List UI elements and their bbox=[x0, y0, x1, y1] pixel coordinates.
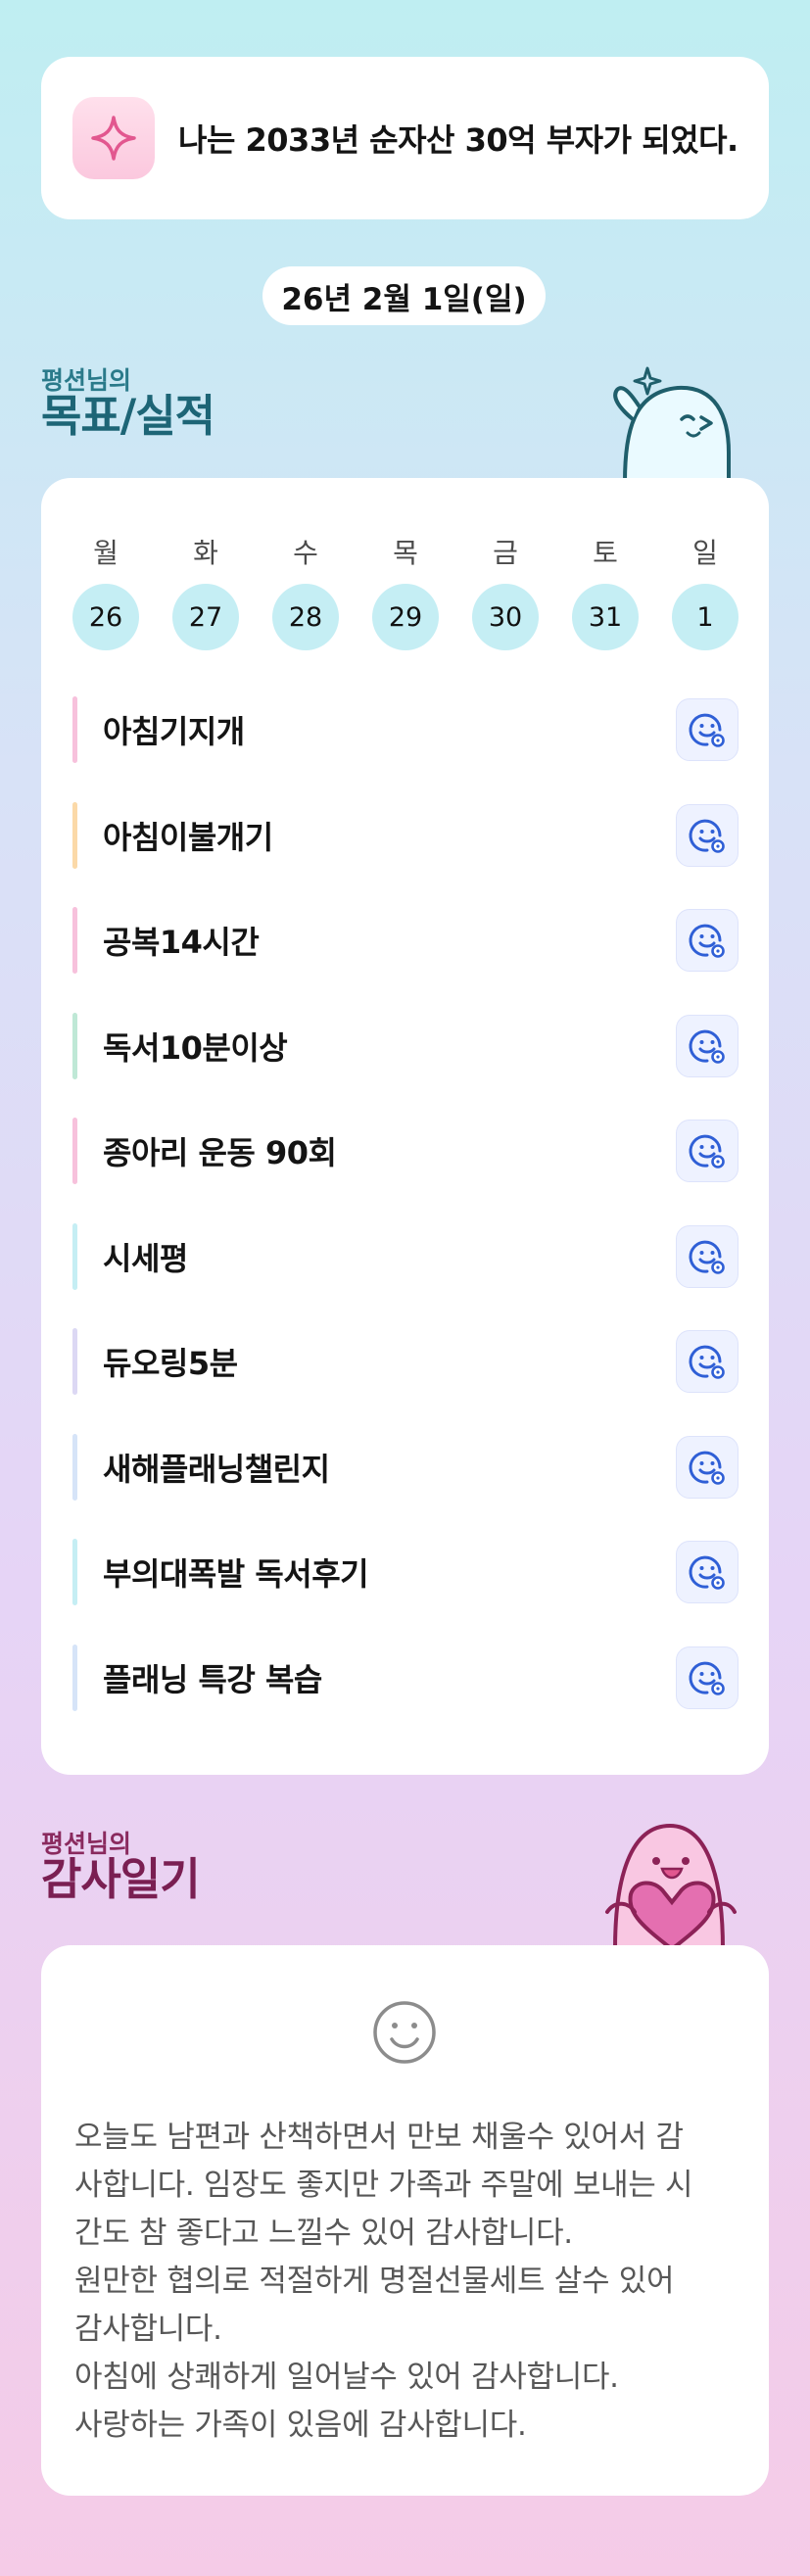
goal-row[interactable]: 플래닝 특강 복습 bbox=[72, 1644, 739, 1712]
goal-row[interactable]: 종아리 운동 90회 bbox=[72, 1117, 739, 1185]
date-cell[interactable]: 31 bbox=[572, 584, 639, 650]
goal-row[interactable]: 아침이불개기 bbox=[72, 801, 739, 870]
smiley-add-icon[interactable] bbox=[676, 909, 739, 972]
goal-color-bar bbox=[72, 1222, 77, 1290]
gratitude-line: 간도 참 좋다고 느낄수 있어 감사합니다. bbox=[74, 2216, 573, 2251]
gratitude-line: 사랑하는 가족이 있음에 감사합니다. bbox=[74, 2408, 527, 2443]
goal-color-bar bbox=[72, 1433, 77, 1501]
gratitude-line: 원만한 협의로 적절하게 명절선물세트 살수 있어 bbox=[74, 2264, 675, 2299]
goal-color-bar bbox=[72, 1012, 77, 1079]
smiley-add-icon[interactable] bbox=[676, 803, 739, 867]
heart-mascot-icon bbox=[605, 1823, 737, 1949]
date-cell[interactable]: 28 bbox=[272, 584, 339, 650]
date-label[interactable]: 26년 2월 1일(일) bbox=[262, 266, 546, 325]
gratitude-line: 감사합니다. bbox=[74, 2312, 222, 2347]
goal-label: 독서10분이상 bbox=[103, 1028, 288, 1067]
smiley-add-icon[interactable] bbox=[676, 1330, 739, 1393]
date-cell[interactable]: 30 bbox=[472, 584, 539, 650]
gratitude-title-big: 감사일기 bbox=[41, 1853, 201, 1905]
goal-color-bar bbox=[72, 696, 77, 763]
goal-row[interactable]: 아침기지개 bbox=[72, 695, 739, 764]
record-card: 월 화 수 목 금 토 일 26 27 28 29 30 31 1 아침기지개아… bbox=[41, 478, 769, 1775]
goal-row[interactable]: 듀오링5분 bbox=[72, 1327, 739, 1396]
goal-label: 아침이불개기 bbox=[103, 818, 273, 856]
goal-row[interactable]: 공복14시간 bbox=[72, 906, 739, 975]
goal-label: 공복14시간 bbox=[103, 924, 260, 961]
smiley-add-icon[interactable] bbox=[676, 1435, 739, 1499]
goal-row[interactable]: 시세평 bbox=[72, 1222, 739, 1291]
goal-color-bar bbox=[72, 907, 77, 974]
date-cell[interactable]: 26 bbox=[72, 584, 139, 650]
smiley-add-icon[interactable] bbox=[676, 698, 739, 761]
goal-color-bar bbox=[72, 1644, 77, 1711]
goal-label: 종아리 운동 90회 bbox=[103, 1134, 337, 1171]
record-section-title: 평션님의 목표/실적 bbox=[41, 368, 215, 442]
goal-row[interactable]: 새해플래닝챌린지 bbox=[72, 1433, 739, 1502]
goal-color-bar bbox=[72, 1118, 77, 1184]
goal-label: 플래닝 특강 복습 bbox=[103, 1660, 322, 1698]
date-cell[interactable]: 29 bbox=[372, 584, 439, 650]
goal-banner: 나는 2033년 순자산 30억 부자가 되었다. bbox=[41, 57, 769, 219]
smiley-icon[interactable] bbox=[372, 2000, 437, 2065]
weekday-tue: 화 bbox=[193, 537, 218, 569]
ghost-mascot-icon bbox=[613, 366, 731, 482]
goal-color-bar bbox=[72, 1328, 77, 1395]
gratitude-line: 오늘도 남편과 산책하면서 만보 채울수 있어서 감 bbox=[74, 2120, 684, 2155]
gratitude-text: 오늘도 남편과 산책하면서 만보 채울수 있어서 감 사합니다. 임장도 좋지만… bbox=[74, 2114, 750, 2450]
weekday-thu: 목 bbox=[393, 537, 418, 569]
goal-color-bar bbox=[72, 801, 77, 869]
gratitude-line: 사합니다. 임장도 좋지만 가족과 주말에 보내는 시 bbox=[74, 2168, 693, 2203]
weekday-wed: 수 bbox=[293, 537, 318, 569]
weekday-fri: 금 bbox=[493, 537, 518, 569]
date-cell[interactable]: 27 bbox=[172, 584, 239, 650]
sparkle-icon bbox=[72, 97, 155, 179]
smiley-add-icon[interactable] bbox=[676, 1646, 739, 1709]
gratitude-card: 오늘도 남편과 산책하면서 만보 채울수 있어서 감 사합니다. 임장도 좋지만… bbox=[41, 1945, 769, 2496]
gratitude-section-title: 평션님의 감사일기 bbox=[41, 1832, 201, 1905]
weekday-sat: 토 bbox=[593, 537, 618, 569]
goal-label: 새해플래닝챌린지 bbox=[103, 1450, 330, 1488]
weekday-mon: 월 bbox=[93, 537, 119, 569]
goal-color-bar bbox=[72, 1539, 77, 1605]
weekday-sun: 일 bbox=[692, 537, 718, 569]
goal-label: 듀오링5분 bbox=[103, 1345, 238, 1382]
goal-statement: 나는 2033년 순자산 30억 부자가 되었다. bbox=[178, 121, 739, 159]
smiley-add-icon[interactable] bbox=[676, 1224, 739, 1288]
smiley-add-icon[interactable] bbox=[676, 1014, 739, 1077]
record-title-big: 목표/실적 bbox=[41, 390, 215, 442]
goal-label: 아침기지개 bbox=[103, 713, 245, 750]
smiley-add-icon[interactable] bbox=[676, 1120, 739, 1182]
date-cell[interactable]: 1 bbox=[672, 584, 739, 650]
goal-label: 시세평 bbox=[103, 1239, 188, 1277]
goal-label: 부의대폭발 독서후기 bbox=[103, 1555, 369, 1593]
goal-row[interactable]: 독서10분이상 bbox=[72, 1012, 739, 1080]
smiley-add-icon[interactable] bbox=[676, 1541, 739, 1603]
gratitude-line: 아침에 상쾌하게 일어날수 있어 감사합니다. bbox=[74, 2360, 619, 2395]
goal-row[interactable]: 부의대폭발 독서후기 bbox=[72, 1538, 739, 1606]
